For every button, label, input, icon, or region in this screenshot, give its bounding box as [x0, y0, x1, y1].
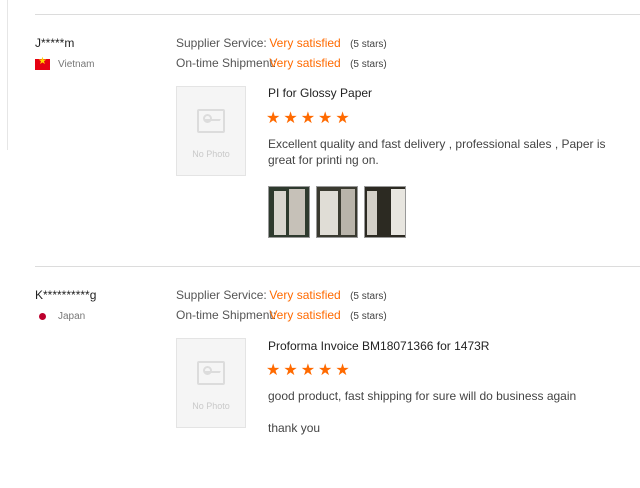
supplier-service-label: Supplier Service: — [176, 36, 267, 50]
supplier-service-stars: (5 stars) — [350, 39, 387, 50]
shipment-stars: (5 stars) — [350, 59, 387, 70]
country-name: Japan — [58, 311, 86, 322]
product-image-placeholder[interactable]: No Photo — [176, 86, 246, 176]
shipment-value: Very satisfied — [269, 308, 341, 322]
review-comment-line-2: thank you — [268, 421, 321, 435]
supplier-service-value: Very satisfied — [269, 36, 341, 50]
shipment-rating: On-time Shipment: Very satisfied (5 star… — [176, 308, 387, 322]
product-rating-stars: ★ ★ ★ ★ ★ — [266, 111, 350, 127]
star-icon: ★ — [283, 362, 298, 379]
image-placeholder-icon — [197, 109, 225, 133]
review-photo-thumbnail[interactable] — [364, 186, 406, 238]
star-icon: ★ — [300, 110, 316, 127]
shipment-label: On-time Shipment: — [176, 56, 277, 70]
review-photo-thumbnail[interactable] — [316, 186, 358, 238]
review-photo-thumbnail[interactable] — [268, 186, 310, 238]
japan-flag-icon — [35, 311, 50, 322]
review-comment: Excellent quality and fast delivery , pr… — [268, 137, 606, 167]
supplier-service-label: Supplier Service: — [176, 288, 267, 302]
no-photo-label: No Photo — [192, 149, 230, 159]
review-card: K**********g Japan Supplier Service: Ver… — [0, 288, 640, 488]
shipment-rating: On-time Shipment: Very satisfied (5 star… — [176, 56, 387, 70]
review-comment: good product, fast shipping for sure wil… — [268, 389, 577, 403]
star-icon: ★ — [266, 110, 281, 127]
product-title-link[interactable]: PI for Glossy Paper — [268, 86, 372, 100]
star-icon: ★ — [335, 110, 350, 127]
buyer-name: K**********g — [35, 288, 97, 302]
star-icon: ★ — [318, 362, 333, 379]
star-icon: ★ — [335, 362, 350, 379]
supplier-service-stars: (5 stars) — [350, 291, 387, 302]
vietnam-flag-icon — [35, 56, 50, 70]
no-photo-label: No Photo — [192, 401, 230, 411]
supplier-service-value: Very satisfied — [269, 288, 341, 302]
review-card: J*****m Vietnam Supplier Service: Very s… — [0, 36, 640, 238]
divider — [35, 266, 640, 267]
buyer-name: J*****m — [35, 36, 75, 50]
star-icon: ★ — [300, 362, 316, 379]
buyer-country: Vietnam — [35, 56, 95, 70]
shipment-value: Very satisfied — [269, 56, 341, 70]
shipment-stars: (5 stars) — [350, 311, 387, 322]
shipment-label: On-time Shipment: — [176, 308, 277, 322]
image-placeholder-icon — [197, 361, 225, 385]
star-icon: ★ — [283, 110, 298, 127]
divider — [35, 14, 640, 15]
buyer-country: Japan — [35, 311, 85, 322]
country-name: Vietnam — [58, 59, 95, 70]
product-rating-stars: ★ ★ ★ ★ ★ — [266, 363, 350, 379]
review-photos — [268, 186, 406, 238]
star-icon: ★ — [266, 362, 281, 379]
product-image-placeholder[interactable]: No Photo — [176, 338, 246, 428]
star-icon: ★ — [318, 110, 333, 127]
supplier-service-rating: Supplier Service: Very satisfied (5 star… — [176, 288, 387, 302]
product-title-link[interactable]: Proforma Invoice BM18071366 for 1473R — [268, 339, 489, 353]
supplier-service-rating: Supplier Service: Very satisfied (5 star… — [176, 36, 387, 50]
